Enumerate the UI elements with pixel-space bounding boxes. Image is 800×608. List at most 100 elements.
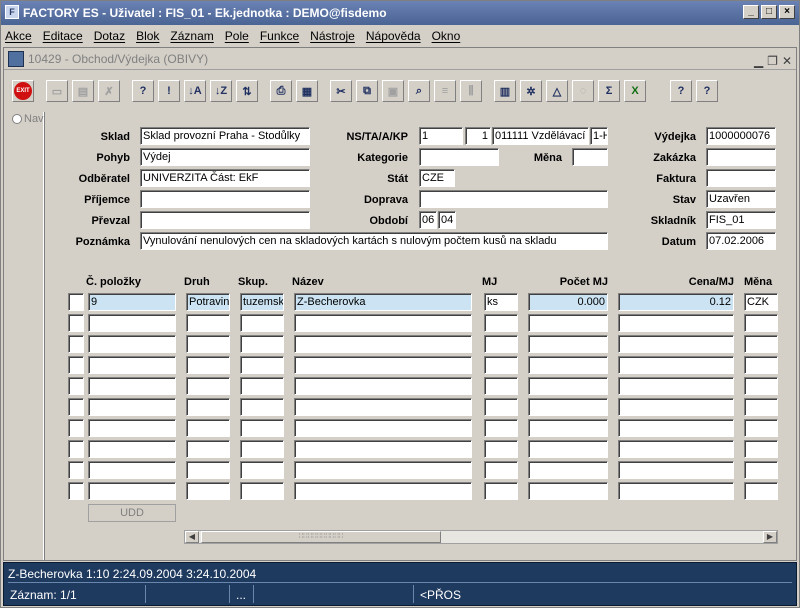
menu-okno[interactable]: Okno xyxy=(432,26,461,46)
cell-cena-mj[interactable] xyxy=(618,356,734,374)
cell-druh[interactable] xyxy=(186,377,230,395)
cell-polozka[interactable] xyxy=(88,377,176,395)
cell-druh[interactable] xyxy=(186,482,230,500)
cell-mena[interactable] xyxy=(744,419,778,437)
maximize-button[interactable]: □ xyxy=(761,5,777,19)
cell-cena-mj[interactable] xyxy=(618,482,734,500)
obdobi-year-field[interactable]: 04 xyxy=(438,211,456,229)
cancel-button[interactable]: ✗ xyxy=(98,80,120,102)
navigation-button[interactable]: ✲ xyxy=(520,80,542,102)
print-preview-button[interactable]: ▤ xyxy=(72,80,94,102)
scroll-right-arrow-icon[interactable]: ▶ xyxy=(763,531,777,543)
cell-mena[interactable] xyxy=(744,377,778,395)
row-selector[interactable] xyxy=(68,419,84,437)
nav-radio[interactable] xyxy=(12,114,22,124)
ta-field[interactable]: 1 xyxy=(465,127,491,145)
prijemce-field[interactable] xyxy=(140,190,310,208)
find-button[interactable]: ⌕ xyxy=(408,80,430,102)
report-button[interactable]: ▦ xyxy=(296,80,318,102)
scroll-left-arrow-icon[interactable]: ◀ xyxy=(185,531,199,543)
cell-pocet-mj[interactable] xyxy=(528,482,608,500)
list-button[interactable]: ≡ xyxy=(434,80,456,102)
cell-nazev[interactable] xyxy=(294,314,472,332)
row-selector[interactable] xyxy=(68,482,84,500)
obdobi-month-field[interactable]: 06 xyxy=(419,211,437,229)
cell-skupina[interactable]: tuzemsk xyxy=(240,293,284,311)
form-restore-button[interactable]: ❐ xyxy=(767,50,778,72)
cell-nazev[interactable] xyxy=(294,482,472,500)
cell-nazev[interactable] xyxy=(294,419,472,437)
poznamka-field[interactable]: Vynulování nenulových cen na skladových … xyxy=(140,232,608,250)
cell-cena-mj[interactable] xyxy=(618,377,734,395)
exit-button[interactable]: EXIT xyxy=(12,80,34,102)
cell-mena[interactable] xyxy=(744,335,778,353)
multi-sort-button[interactable]: ⇅ xyxy=(236,80,258,102)
execute-query-button[interactable]: ! xyxy=(158,80,180,102)
vydejka-field[interactable]: 1000000076 xyxy=(706,127,776,145)
doprava-field[interactable] xyxy=(419,190,608,208)
copy-button[interactable]: ⧉ xyxy=(356,80,378,102)
cell-cena-mj[interactable] xyxy=(618,461,734,479)
cell-nazev[interactable] xyxy=(294,335,472,353)
cell-polozka[interactable] xyxy=(88,335,176,353)
cell-druh[interactable] xyxy=(186,356,230,374)
cell-polozka[interactable] xyxy=(88,356,176,374)
horizontal-scrollbar[interactable]: ◀ ∷∷∷∷∷∷∷∷∷∷ ▶ xyxy=(184,530,778,544)
cell-skupina[interactable] xyxy=(240,398,284,416)
row-selector[interactable] xyxy=(68,314,84,332)
sklad-field[interactable]: Sklad provozní Praha - Stodůlky xyxy=(140,127,310,145)
calculator-button[interactable]: ▥ xyxy=(494,80,516,102)
save-button[interactable]: ▭ xyxy=(46,80,68,102)
cell-mj[interactable]: ks xyxy=(484,293,518,311)
excel-button[interactable]: X xyxy=(624,80,646,102)
cell-mena[interactable] xyxy=(744,461,778,479)
context-help-button[interactable]: ? xyxy=(696,80,718,102)
cell-mj[interactable] xyxy=(484,356,518,374)
cell-nazev[interactable]: Z-Becherovka xyxy=(294,293,472,311)
cell-nazev[interactable] xyxy=(294,461,472,479)
cell-nazev[interactable] xyxy=(294,377,472,395)
stat-field[interactable]: CZE xyxy=(419,169,455,187)
cell-polozka[interactable] xyxy=(88,398,176,416)
cell-mena[interactable] xyxy=(744,440,778,458)
row-selector[interactable] xyxy=(68,377,84,395)
cell-skupina[interactable] xyxy=(240,440,284,458)
cell-pocet-mj[interactable] xyxy=(528,356,608,374)
row-selector[interactable] xyxy=(68,356,84,374)
skladnik-field[interactable]: FIS_01 xyxy=(706,211,776,229)
cell-pocet-mj[interactable] xyxy=(528,335,608,353)
cell-skupina[interactable] xyxy=(240,482,284,500)
form-minimize-button[interactable]: ▁ xyxy=(754,50,763,72)
cell-nazev[interactable] xyxy=(294,398,472,416)
columns-button[interactable]: ⫼ xyxy=(460,80,482,102)
row-selector[interactable] xyxy=(68,335,84,353)
cut-button[interactable]: ✂ xyxy=(330,80,352,102)
menu-akce[interactable]: Akce xyxy=(5,26,32,46)
stav-field[interactable]: Uzavřen xyxy=(706,190,776,208)
kp-field[interactable]: 1-H xyxy=(590,127,608,145)
cell-druh[interactable] xyxy=(186,461,230,479)
query-button[interactable]: ? xyxy=(132,80,154,102)
mena-field[interactable] xyxy=(572,148,608,166)
cell-polozka[interactable] xyxy=(88,314,176,332)
datum-field[interactable]: 07.02.2006 xyxy=(706,232,776,250)
cell-polozka[interactable] xyxy=(88,440,176,458)
faktura-field[interactable] xyxy=(706,169,776,187)
cell-polozka[interactable] xyxy=(88,461,176,479)
odberatel-field[interactable]: UNIVERZITA Část: EkF xyxy=(140,169,310,187)
menu-zaznam[interactable]: Záznam xyxy=(170,26,213,46)
cell-mena[interactable] xyxy=(744,398,778,416)
paste-button[interactable]: ▣ xyxy=(382,80,404,102)
cell-pocet-mj[interactable] xyxy=(528,419,608,437)
cell-skupina[interactable] xyxy=(240,419,284,437)
a-field[interactable]: 011111 Vzdělávací xyxy=(492,127,589,145)
print-button[interactable]: ⎙ xyxy=(270,80,292,102)
cell-druh[interactable] xyxy=(186,398,230,416)
cell-mj[interactable] xyxy=(484,377,518,395)
cell-mj[interactable] xyxy=(484,461,518,479)
row-selector[interactable] xyxy=(68,440,84,458)
menu-pole[interactable]: Pole xyxy=(225,26,249,46)
kategorie-field[interactable] xyxy=(419,148,499,166)
row-selector[interactable] xyxy=(68,461,84,479)
cell-pocet-mj[interactable] xyxy=(528,440,608,458)
